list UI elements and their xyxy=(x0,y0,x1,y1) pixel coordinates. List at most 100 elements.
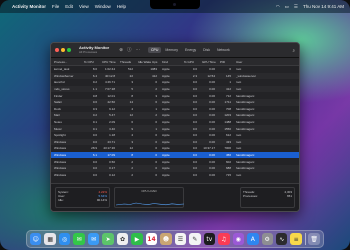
dock-messages-icon[interactable]: ✉ xyxy=(73,233,85,245)
menu-window[interactable]: Window xyxy=(95,4,111,9)
dock-music-icon[interactable]: ♫ xyxy=(218,233,230,245)
table-cell: 0.00 xyxy=(209,153,215,158)
table-row[interactable]: Spotlight 0.0 1.18 4 0 Apple 0.0 0.00 612 root xyxy=(51,132,299,139)
table-row[interactable]: Music 0.1 3.40 9 1 Apple 0.0 0.00 1550 haroldmaga… xyxy=(51,125,299,132)
control-center-icon[interactable]: ☰ xyxy=(294,4,298,10)
table-row[interactable]: Windows 0.0 23.71 3 0 Apple 0.0 0.00 433 root xyxy=(51,138,299,146)
table-cell: 0.0 xyxy=(92,159,97,164)
stat-value: 651 xyxy=(286,194,292,198)
col-gpu-time[interactable]: GPU Time xyxy=(199,60,217,64)
tab-energy[interactable]: Energy xyxy=(182,47,199,53)
menu-clock[interactable]: Thu Nov 14 9:41 AM xyxy=(303,4,344,9)
col-pid[interactable]: PID xyxy=(217,60,233,64)
table-cell: 0.0 xyxy=(192,172,197,177)
dock-app-store-icon[interactable]: A xyxy=(247,233,259,245)
table-cell: Apple xyxy=(162,120,170,125)
table-row[interactable]: Windows 6.1 17.09 8 0 Apple 0.0 0.00 456 haroldma… xyxy=(51,151,299,159)
table-row[interactable]: Windows 28.9 43:17.36 12 0 Apple 0.0 10:37.17 70… xyxy=(51,145,299,152)
table-cell: Apple xyxy=(162,153,170,158)
table-row[interactable]: WindowServer 6.4 40:12.8 22 412 Apple 2.3 12:54… xyxy=(51,72,299,80)
battery-icon[interactable]: ▭ xyxy=(285,4,289,10)
dock-activity-monitor-icon[interactable]: ∿ xyxy=(275,233,288,245)
table-cell: 0.2 xyxy=(92,113,97,118)
tab-cpu[interactable]: CPU xyxy=(148,47,162,53)
close-button[interactable] xyxy=(55,48,59,52)
col-threads[interactable]: Threads xyxy=(117,60,135,64)
menu-help[interactable]: Help xyxy=(117,4,126,9)
col-cpu-time[interactable]: CPU Time xyxy=(99,60,117,64)
wifi-icon[interactable]: ◠ xyxy=(276,4,280,10)
table-cell: 2 xyxy=(155,87,157,92)
col-cpu[interactable]: % CPU xyxy=(81,60,99,64)
cpu-usage-box: System: 4.22% User: 5.64% Idle: 90.14% xyxy=(55,187,110,208)
stop-process-icon[interactable]: ⊗ xyxy=(119,47,123,53)
table-cell: 9.12 xyxy=(109,106,115,111)
menu-file[interactable]: File xyxy=(52,4,59,9)
stat-label: Processes: xyxy=(243,194,258,198)
search-icon[interactable]: ⌕ xyxy=(292,48,295,53)
table-row[interactable]: Dock 0.3 9.12 4 1 Apple 0.0 0.00 708 haroldmagarc xyxy=(51,106,299,113)
dock-maps-icon[interactable]: ➤ xyxy=(102,233,114,245)
table-cell: Notes xyxy=(54,120,62,125)
table-cell: 0.0 xyxy=(192,146,197,151)
table-row[interactable]: Finder 0.8 12.01 8 3 Apple 0.0 0.00 712 haroldmag… xyxy=(51,92,299,99)
col-kind[interactable]: Kind xyxy=(159,60,181,64)
dock-photos-icon[interactable]: ✿ xyxy=(116,233,129,245)
dock-finder-icon[interactable]: ☺ xyxy=(30,233,42,245)
dock-facetime-icon[interactable]: ▶ xyxy=(131,233,143,245)
dock-launchpad-icon[interactable]: ▦ xyxy=(44,233,56,245)
table-row[interactable]: Notes 0.1 2.09 6 0 Apple 0.0 0.00 1488 haroldmaga… xyxy=(51,119,299,126)
table-cell: Apple xyxy=(162,93,170,98)
dock-safari-icon[interactable]: ◎ xyxy=(58,233,71,245)
desktop: Activity Monitor File Edit View Window H… xyxy=(0,0,350,250)
dock-calendar-icon[interactable]: 14 xyxy=(145,233,158,245)
table-cell: kernel_task xyxy=(54,67,70,72)
table-row[interactable]: Windows 0.0 0.17 2 0 Apple 0.0 0.00 688 haroldmag… xyxy=(51,164,299,172)
minimize-button[interactable] xyxy=(61,48,65,52)
table-row[interactable]: Windows 0.0 0.12 2 0 Apple 0.0 0.00 715 root xyxy=(51,172,299,179)
table-cell: 0.0 xyxy=(192,166,197,171)
tab-disk[interactable]: Disk xyxy=(200,47,213,53)
table-cell: 1 xyxy=(155,106,157,111)
tab-memory[interactable]: Memory xyxy=(162,47,181,53)
dock-mail-icon[interactable]: ✉ xyxy=(87,233,100,245)
table-cell: 3 xyxy=(131,139,133,144)
table-cell: 0 xyxy=(155,120,157,125)
zoom-button[interactable] xyxy=(67,48,71,52)
menu-view[interactable]: View xyxy=(79,4,89,9)
menu-app-name[interactable]: Activity Monitor xyxy=(12,4,46,9)
dock-tv-icon[interactable]: tv xyxy=(203,233,216,245)
table-cell: 0.0 xyxy=(192,139,197,144)
more-icon[interactable]: ⋯ xyxy=(136,47,141,53)
dock-podcasts-icon[interactable]: ◉ xyxy=(232,233,245,245)
table-cell: 1083 xyxy=(150,67,157,72)
table-cell: haroldmagarc xyxy=(236,159,255,164)
col-user[interactable]: User xyxy=(233,60,273,64)
table-cell: 0 xyxy=(155,172,157,177)
table-cell: 0.0 xyxy=(192,159,197,164)
window-titlebar[interactable]: Activity Monitor All Processes ⊗ ⓘ ⋯ CPU… xyxy=(51,43,299,58)
dock-contacts-icon[interactable]: ☻ xyxy=(160,233,172,245)
menu-edit[interactable]: Edit xyxy=(65,4,73,9)
info-icon[interactable]: ⓘ xyxy=(127,47,132,53)
dock-settings-icon[interactable]: ⚙ xyxy=(261,233,273,245)
table-row[interactable]: Windows 0.0 0.50 2 0 Apple 0.0 0.00 602 haroldmag… xyxy=(51,158,299,165)
dock-notes-icon[interactable]: ≡ xyxy=(290,233,302,245)
table-row[interactable]: launchd 0.2 4:46.71 3 0 Apple 0.0 0.00 1 root xyxy=(51,79,299,86)
table-cell: 23.71 xyxy=(107,139,115,144)
col-gpu[interactable]: % GPU xyxy=(181,60,199,64)
dock-freeform-icon[interactable]: ✎ xyxy=(189,233,201,245)
table-cell: 412 xyxy=(225,87,231,92)
camera-icon xyxy=(173,3,176,6)
table-row[interactable]: kernel_task 8.0 1:02:44 512 1083 Apple 0.0 0.00… xyxy=(51,66,299,73)
dock-trash-icon[interactable]: 🗑 xyxy=(308,233,320,245)
col-process[interactable]: Process... xyxy=(51,60,81,64)
col-idle-wake-ups[interactable]: Idle Wake Ups xyxy=(135,60,159,64)
tab-network[interactable]: Network xyxy=(214,47,233,53)
table-cell: Dock xyxy=(54,106,61,111)
table-row[interactable]: Mail 0.2 5.47 12 2 Apple 0.0 0.00 1203 haroldmaga… xyxy=(51,112,299,119)
table-cell: 0 xyxy=(155,133,157,138)
dock-reminders-icon[interactable]: ☰ xyxy=(174,233,187,245)
table-row[interactable]: Safari 0.6 22.50 14 6 Apple 0.0 0.00 1711 haroldm… xyxy=(51,98,299,106)
table-row[interactable]: mds_stores 1.1 7:07.38 5 2 Apple 0.0 0.00 412 roo… xyxy=(51,85,299,93)
